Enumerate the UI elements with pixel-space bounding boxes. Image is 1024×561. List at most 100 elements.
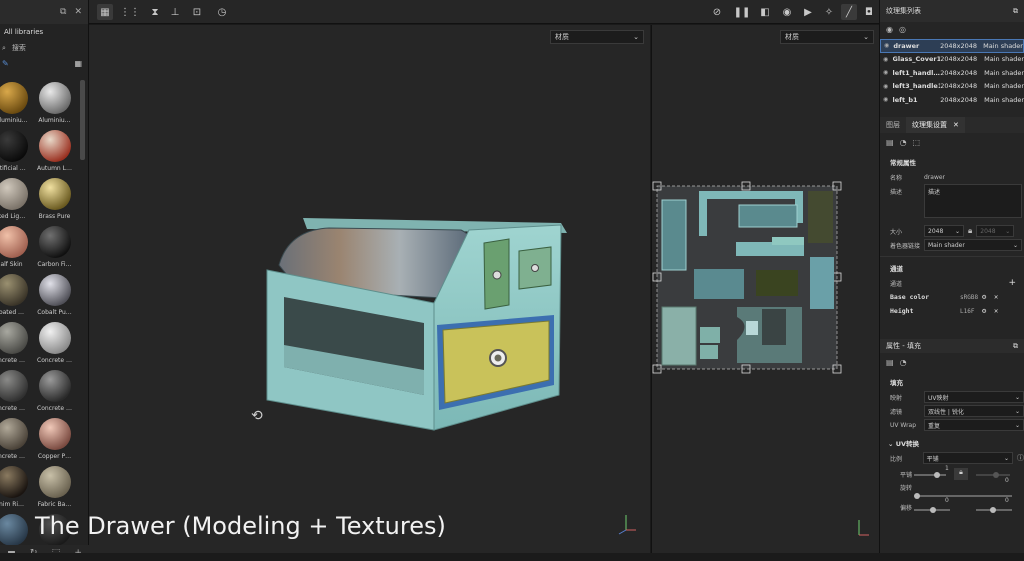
tab-layers[interactable]: 图层 xyxy=(880,117,906,133)
frame-icon[interactable]: ⊡ xyxy=(189,4,205,20)
add-channel-icon[interactable]: + xyxy=(1008,278,1016,288)
hide-icon[interactable]: ⊘ xyxy=(709,4,725,20)
close-icon[interactable]: ✕ xyxy=(74,7,82,17)
screenshot-icon[interactable]: ◘ xyxy=(861,4,877,20)
size-select[interactable]: 2048 ⌄ xyxy=(924,225,964,237)
layer-stack-icon[interactable]: ▤ xyxy=(886,358,894,367)
material-thumbnail[interactable]: Brass Pure xyxy=(33,178,76,220)
material-thumbnail[interactable]: ncrete … xyxy=(0,370,33,412)
material-thumbnail[interactable]: ked Lig… xyxy=(0,178,33,220)
search-input[interactable]: 搜索 xyxy=(12,43,26,53)
material-thumbnail[interactable]: nim Ri… xyxy=(0,466,33,508)
filter-select[interactable]: 双线性 | 锐化 ⌄ xyxy=(924,405,1024,417)
tile-slider-u[interactable] xyxy=(914,474,946,476)
viewport-2d-channel-select[interactable]: 材质 ⌄ xyxy=(780,30,874,44)
material-thumbnail[interactable]: ncrete … xyxy=(0,322,33,364)
texture-set-row[interactable]: ◉ left3_handle1 2048x2048 Main shader xyxy=(880,80,1024,94)
material-thumbnail[interactable]: Cobalt Pu… xyxy=(33,274,76,316)
offset-slider-u-handle[interactable] xyxy=(930,507,936,513)
undock-icon[interactable]: ⧉ xyxy=(1013,342,1018,351)
eye-icon[interactable]: ◉ xyxy=(883,83,893,90)
eye-icon[interactable]: ◉ xyxy=(883,96,893,103)
undock-icon[interactable]: ⧉ xyxy=(60,7,66,17)
material-thumbnail[interactable]: Aluminiu… xyxy=(0,82,33,124)
texture-set-shader: Main shader xyxy=(984,82,1024,91)
scale-mode-select[interactable]: 平铺 ⌄ xyxy=(922,452,1013,464)
texture-set-row[interactable]: ◉ Glass_Cover1 2048x2048 Main shader xyxy=(880,53,1024,67)
pause-icon[interactable]: ❚❚ xyxy=(734,4,751,20)
texture-set-size: 2048x2048 xyxy=(940,41,978,50)
camera-video-icon[interactable]: ▶ xyxy=(800,4,816,20)
viewport-3d-channel-select[interactable]: 材质 ⌄ xyxy=(550,30,644,44)
material-thumbnail[interactable]: Fabric Ba… xyxy=(33,466,76,508)
texture-set-row[interactable]: ◉ left_b1 2048x2048 Main shader xyxy=(880,93,1024,107)
texture-set-name: left1_handl… xyxy=(892,68,940,77)
tile-slider-u-handle[interactable] xyxy=(934,472,940,478)
offset-slider-v-handle[interactable] xyxy=(990,507,996,513)
projection-select[interactable]: UV映射 ⌄ xyxy=(924,391,1024,403)
grid-icon[interactable]: ▦ xyxy=(97,4,113,20)
library-search[interactable]: ⌕ 搜索 xyxy=(0,40,88,56)
lighting-icon[interactable]: ✧ xyxy=(821,4,837,20)
eye-icon[interactable]: ◉ xyxy=(883,56,893,63)
grid-view-icon[interactable]: ▦ xyxy=(74,59,82,68)
material-thumbnail[interactable]: oated … xyxy=(0,274,33,316)
library-filter[interactable]: All libraries xyxy=(0,24,88,40)
channel-row[interactable]: Height L16F ⚙ ✕ xyxy=(880,304,1024,318)
material-thumbnail[interactable]: Aluminiu… xyxy=(33,82,76,124)
eye-icon[interactable]: ◉ xyxy=(884,42,893,49)
align-icon[interactable]: ⊥ xyxy=(167,4,183,20)
uv-icon[interactable]: ⬚ xyxy=(913,138,921,147)
viewport-2d[interactable]: 材质 ⌄ xyxy=(651,25,879,553)
bake-icon[interactable]: ◔ xyxy=(900,358,907,367)
uv-transform-title[interactable]: ⌄ UV转换 xyxy=(880,432,1024,451)
remove-channel-icon[interactable]: ✕ xyxy=(994,307,998,315)
material-preview xyxy=(0,466,28,498)
grid-dense-icon[interactable]: ⋮⋮ xyxy=(120,4,140,20)
rotate-row: 旋转 0 xyxy=(880,477,1024,501)
symmetry-icon[interactable]: ⧗ xyxy=(147,4,163,20)
material-thumbnail[interactable]: Concrete … xyxy=(33,370,76,412)
material-label: ncrete … xyxy=(0,357,26,364)
brush-icon[interactable]: ╱ xyxy=(841,4,857,20)
material-thumbnail[interactable]: alf Skin xyxy=(0,226,33,268)
object-icon[interactable]: ◉ xyxy=(779,4,795,20)
channel-row[interactable]: Base color sRGB8 ⚙ ✕ xyxy=(880,290,1024,304)
uv-wrap-select[interactable]: 重复 ⌄ xyxy=(924,419,1024,431)
channel-settings-icon[interactable]: ⚙ xyxy=(982,307,994,315)
rotate-slider-handle[interactable] xyxy=(914,493,920,499)
channel-settings-icon[interactable]: ⚙ xyxy=(982,293,994,301)
bake-icon[interactable]: ◔ xyxy=(900,138,907,147)
size-select-2[interactable]: 2048 ⌄ xyxy=(976,225,1015,237)
texture-set-row[interactable]: ◉ left1_handl… 2048x2048 Main shader xyxy=(880,66,1024,80)
info-icon[interactable]: ⓘ xyxy=(1017,453,1024,463)
remove-channel-icon[interactable]: ✕ xyxy=(994,293,998,301)
material-thumbnail[interactable]: Concrete … xyxy=(33,322,76,364)
tile-lock-icon[interactable]: 🔒︎ xyxy=(954,468,968,480)
eye-icon[interactable]: ◉ xyxy=(883,69,893,76)
library-scrollbar[interactable] xyxy=(80,80,85,160)
material-thumbnail[interactable]: ncrete … xyxy=(0,418,33,460)
shader-select[interactable]: Main shader ⌄ xyxy=(924,239,1022,251)
tab-texture-set-settings[interactable]: 纹理集设置 ✕ xyxy=(906,117,965,133)
material-thumbnail[interactable]: Copper P… xyxy=(33,418,76,460)
drawer-3d-model: ⟲ xyxy=(251,218,636,535)
viewport-3d[interactable]: 材质 ⌄ ⟲ xyxy=(89,25,650,553)
material-thumbnail[interactable]: rtificial … xyxy=(0,130,33,172)
close-icon[interactable]: ✕ xyxy=(953,121,959,129)
texture-set-row[interactable]: ◉ drawer 2048x2048 Main shader xyxy=(880,39,1024,53)
edit-icon[interactable]: ✎ xyxy=(2,59,9,68)
layer-stack-icon[interactable]: ▤ xyxy=(886,138,894,147)
material-preview xyxy=(38,370,71,402)
undock-icon[interactable]: ⧉ xyxy=(1013,7,1018,16)
rotate-slider[interactable] xyxy=(916,495,1012,497)
eye-icon[interactable]: ◎ xyxy=(899,25,906,34)
eye-double-icon[interactable]: ◉ xyxy=(886,25,893,34)
history-icon[interactable]: ◷ xyxy=(214,4,230,20)
description-field[interactable]: 描述 xyxy=(924,184,1022,218)
material-thumbnail[interactable]: Autumn L… xyxy=(33,130,76,172)
material-thumbnail[interactable]: Carbon Fi… xyxy=(33,226,76,268)
tile-slider-v-handle[interactable] xyxy=(993,472,999,478)
lock-icon[interactable]: 🔒︎ xyxy=(968,226,972,236)
split-view-icon[interactable]: ◧ xyxy=(757,4,773,20)
